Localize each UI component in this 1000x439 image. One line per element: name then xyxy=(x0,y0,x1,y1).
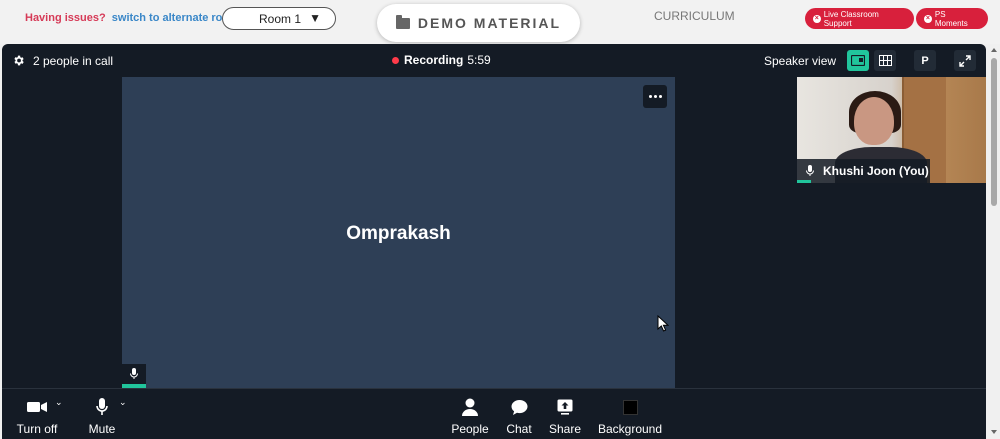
microphone-icon xyxy=(96,398,108,415)
speaker-view-button[interactable] xyxy=(847,50,869,71)
camera-button[interactable]: Turn off xyxy=(14,397,60,436)
chevron-down-icon[interactable]: ⌄ xyxy=(119,397,127,408)
live-support-button[interactable]: × Live Classroom Support xyxy=(805,8,914,29)
grid-icon xyxy=(878,55,892,66)
demo-material-label: DEMO MATERIAL xyxy=(417,15,562,31)
caret-down-icon: ▼ xyxy=(309,11,321,25)
mouse-cursor-icon xyxy=(657,315,669,332)
call-container: 2 people in call Recording 5:59 Speaker … xyxy=(2,44,986,439)
self-name: Khushi Joon (You) xyxy=(823,164,929,178)
chevron-down-icon[interactable]: ⌄ xyxy=(55,397,63,408)
expand-icon xyxy=(959,54,971,67)
recording-label: Recording xyxy=(404,53,464,67)
scroll-thumb[interactable] xyxy=(991,58,997,206)
mute-label: Mute xyxy=(88,422,116,436)
chat-bubble-icon xyxy=(511,399,527,415)
ps-moments-button[interactable]: × PS Moments xyxy=(916,8,988,29)
person-icon xyxy=(462,398,478,416)
grid-view-button[interactable] xyxy=(874,50,896,71)
demo-material-button[interactable]: DEMO MATERIAL xyxy=(377,4,580,42)
switch-room-link[interactable]: switch to alternate room xyxy=(112,12,239,24)
p-button[interactable]: P xyxy=(914,50,936,71)
speaker-mic-badge xyxy=(122,364,146,388)
camera-label: Turn off xyxy=(16,422,58,436)
chat-button[interactable]: Chat xyxy=(502,397,536,436)
speaker-name: Omprakash xyxy=(346,223,451,244)
gear-icon[interactable] xyxy=(12,54,25,67)
room-select-value: Room 1 xyxy=(259,11,302,26)
microphone-icon xyxy=(806,165,814,176)
chat-label: Chat xyxy=(506,422,532,436)
recording-time: 5:59 xyxy=(467,53,491,67)
video-person-face xyxy=(854,97,894,145)
curriculum-tab[interactable]: CURRICULUM xyxy=(654,9,735,23)
call-toolbar: Turn off ⌄ Mute ⌄ People Chat Share Back… xyxy=(2,388,986,439)
fullscreen-button[interactable] xyxy=(954,50,976,71)
background-icon xyxy=(622,399,638,415)
record-dot-icon xyxy=(392,56,399,64)
call-header: 2 people in call Recording 5:59 Speaker … xyxy=(2,44,986,77)
self-video-tile: Khushi Joon (You) xyxy=(797,77,986,183)
view-mode-label: Speaker view xyxy=(764,54,837,68)
background-label: Background xyxy=(597,422,663,436)
more-dots-icon xyxy=(648,95,652,98)
page-scrollbar[interactable] xyxy=(988,44,1000,439)
microphone-icon xyxy=(130,368,138,379)
people-button[interactable]: People xyxy=(448,397,492,436)
scroll-down-arrow-icon[interactable] xyxy=(991,430,997,434)
close-circle-icon: × xyxy=(813,14,821,23)
self-name-label: Khushi Joon (You) xyxy=(797,159,930,183)
share-screen-icon xyxy=(557,399,573,415)
issues-question: Having issues? xyxy=(25,12,106,24)
people-label: People xyxy=(451,422,489,436)
scroll-up-arrow-icon[interactable] xyxy=(991,48,997,52)
room-select[interactable]: Room 1 ▼ xyxy=(222,7,336,30)
share-label: Share xyxy=(548,422,582,436)
share-button[interactable]: Share xyxy=(545,397,585,436)
recording-indicator: Recording 5:59 xyxy=(392,53,491,67)
live-support-label: Live Classroom Support xyxy=(823,9,879,28)
top-bar: Having issues? switch to alternate room … xyxy=(0,0,1000,44)
speaker-view-icon xyxy=(851,55,865,66)
video-camera-icon xyxy=(27,402,47,412)
ps-moments-label: PS Moments xyxy=(934,9,968,28)
issues-notice: Having issues? switch to alternate room xyxy=(25,12,239,24)
main-speaker-tile: Omprakash xyxy=(122,77,675,388)
audio-level-bar xyxy=(797,180,811,183)
close-circle-icon: × xyxy=(924,14,932,23)
mute-button[interactable]: Mute xyxy=(80,397,124,436)
background-button[interactable]: Background xyxy=(594,397,666,436)
more-options-button[interactable] xyxy=(643,85,667,108)
folder-icon xyxy=(395,14,410,29)
people-count: 2 people in call xyxy=(33,54,114,68)
